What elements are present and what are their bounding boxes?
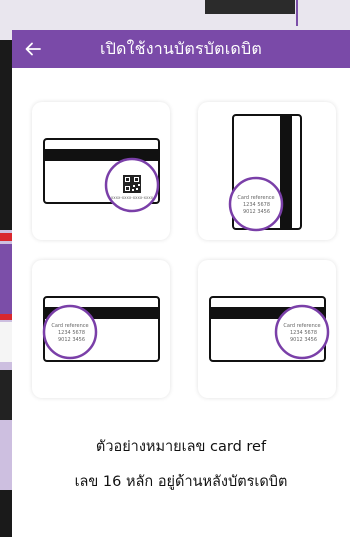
- card-example-vertical: Card reference 1234 5678 9012 3456: [198, 102, 336, 240]
- debit-card-activation-modal: เปิดใช้งานบัตรบัตเดบิต xxxx-xxxx-xxxx-xx…: [12, 30, 350, 537]
- page-title: เปิดใช้งานบัตรบัตเดบิต: [100, 39, 262, 58]
- background-element: [205, 0, 295, 14]
- reference-title: Card reference: [51, 323, 88, 329]
- card-example-qr: xxxx-xxxx-xxxx-xxxx: [32, 102, 170, 240]
- back-button[interactable]: [18, 34, 48, 64]
- card-example-left: Card reference 1234 5678 9012 3456: [32, 260, 170, 398]
- reference-line1: 1234 5678: [58, 330, 85, 336]
- reference-line1: 1234 5678: [290, 330, 317, 336]
- magnetic-stripe: [45, 149, 158, 161]
- caption-line-2: เลข 16 หลัก อยู่ด้านหลังบัตรเดบิต: [74, 474, 288, 490]
- background-element: [296, 0, 298, 26]
- reference-line2: 9012 3456: [58, 337, 85, 343]
- reference-line2: 9012 3456: [243, 209, 270, 215]
- back-arrow-icon: [25, 42, 41, 56]
- reference-text: xxxx-xxxx-xxxx-xxxx: [111, 195, 154, 200]
- header-bar: เปิดใช้งานบัตรบัตเดบิต: [12, 30, 350, 68]
- qr-code-icon: [123, 175, 141, 193]
- reference-line1: 1234 5678: [243, 202, 270, 208]
- reference-line2: 9012 3456: [290, 337, 317, 343]
- card-example-right: Card reference 1234 5678 9012 3456: [198, 260, 336, 398]
- caption-line-1: ตัวอย่างหมายเลข card ref: [95, 439, 267, 455]
- reference-title: Card reference: [237, 195, 274, 201]
- reference-title: Card reference: [283, 323, 320, 329]
